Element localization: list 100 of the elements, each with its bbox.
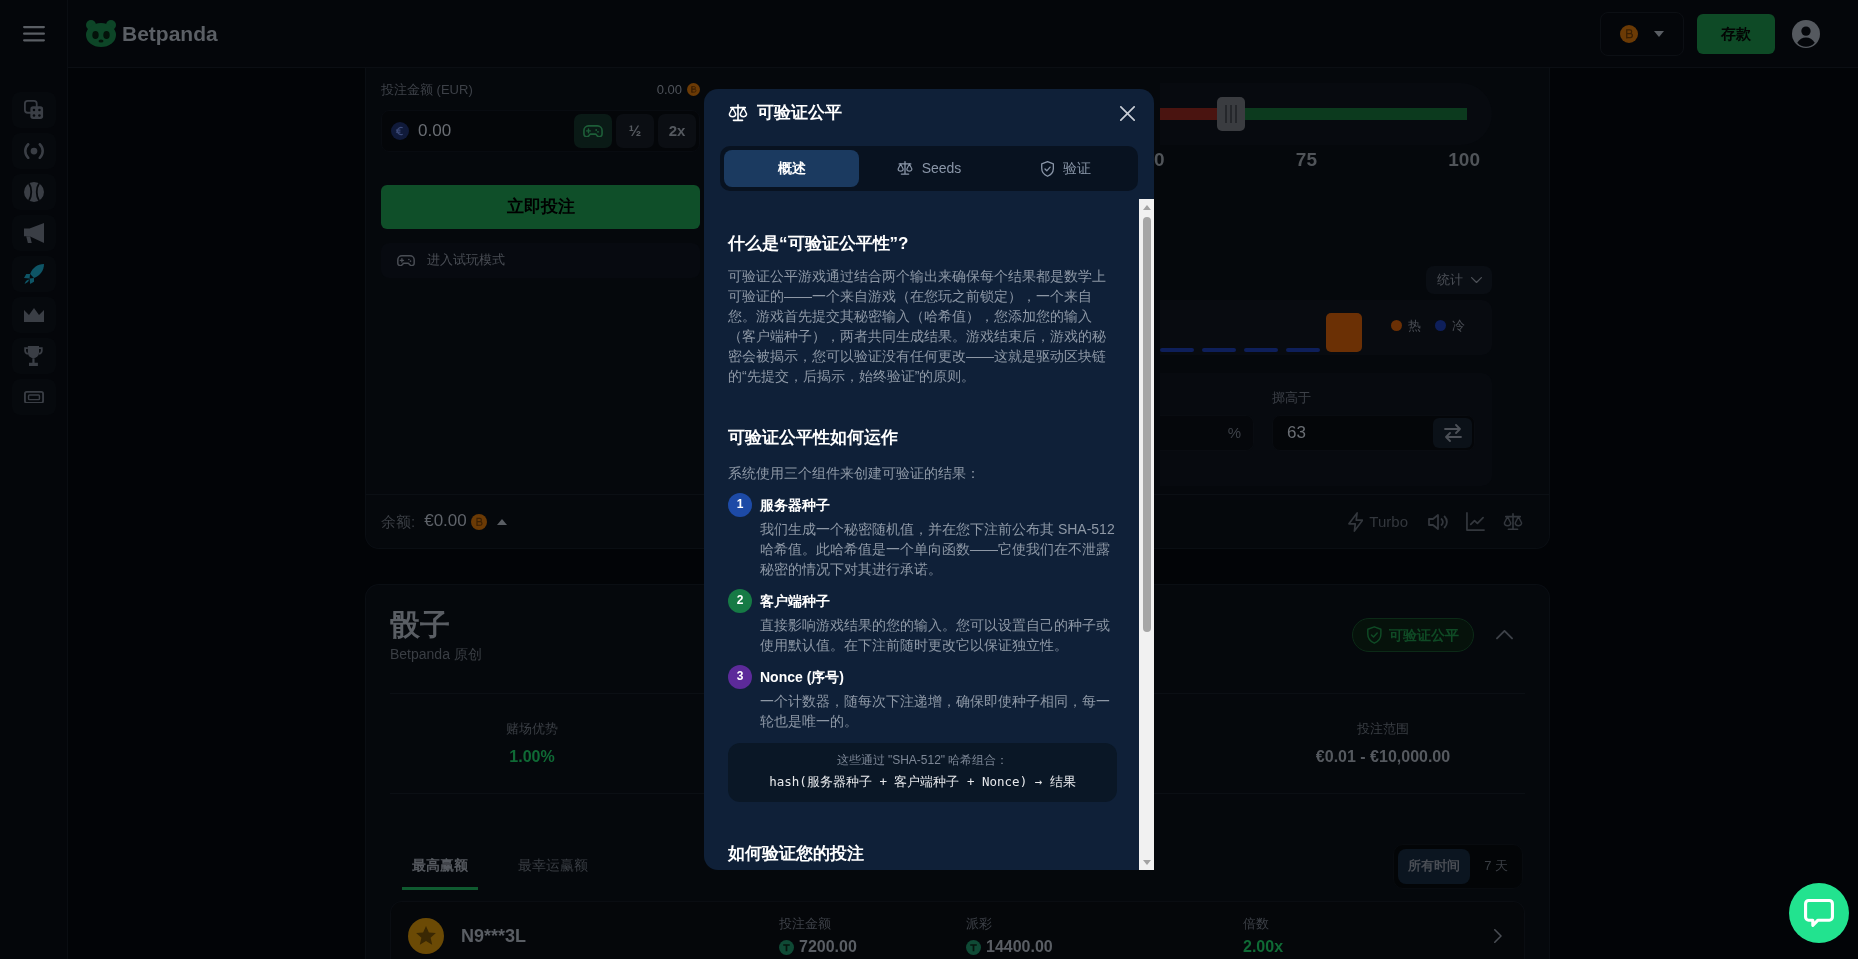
swap-button[interactable] — [1433, 418, 1472, 448]
slider-tick-label: 75 — [1295, 148, 1317, 171]
coin-icon — [966, 939, 981, 955]
column-value: 7200.00 — [799, 937, 857, 957]
max-amount: 0.00 — [656, 81, 682, 99]
slider-tick-label: 0 — [1154, 148, 1165, 171]
swap-arrows-icon — [1443, 424, 1462, 442]
step-title: Nonce (序号) — [760, 668, 845, 687]
rocket-icon — [23, 264, 44, 284]
chevron-up-icon[interactable] — [1496, 630, 1513, 640]
scrollbar[interactable] — [1139, 199, 1154, 870]
scrollbar-thumb[interactable] — [1142, 217, 1151, 632]
scroll-down-icon[interactable] — [1142, 860, 1151, 865]
paragraph-text: 可验证公平游戏通过结合两个输出来确保每个结果都是数学上可验证的——一个来自游戏（在您玩之前锁定），一个来自您。游戏首先提交其秘密输入（哈希值），您添加您的输入（客户端种子），两者共同生成结果。游戏结束后，游戏的秘密会被揭示，您可以验证没有任何更改——这就是驱动区块链的“先提交，后揭示，始终验证”的原则。 — [728, 267, 1107, 386]
slider-tick-label: 100 — [1448, 148, 1480, 171]
cold-bar — [1244, 348, 1278, 352]
player-name: N9***3L — [461, 925, 528, 948]
coin-icon — [1620, 24, 1638, 43]
coin-icon — [687, 83, 700, 97]
crown-icon — [23, 308, 44, 322]
broadcast-icon — [23, 142, 44, 160]
cold-bar — [1286, 348, 1320, 352]
roll-over-input[interactable]: 63 — [1272, 415, 1475, 451]
balance-value: €0.00 — [424, 510, 467, 533]
speaker-icon[interactable] — [1428, 513, 1448, 530]
step-title: 服务器种子 — [760, 496, 831, 515]
period-tab[interactable]: 所有时间 — [1398, 849, 1471, 884]
step-description: 直接影响游戏结果的您的输入。您可以设置自己的种子或使用默认值。在下注前随时更改它以保证独立性。 — [760, 616, 1111, 655]
gamepad-button[interactable] — [574, 114, 612, 148]
provably-fair-button[interactable]: 可验证公平 — [1352, 618, 1474, 652]
star-medal-icon — [408, 918, 444, 954]
column-value: 14400.00 — [986, 937, 1053, 957]
shield-check-icon — [1367, 626, 1382, 644]
shield-check-icon — [1041, 160, 1055, 177]
step-number: 2 — [728, 589, 752, 613]
chevron-right-icon[interactable] — [1494, 929, 1502, 943]
step-number: 3 — [728, 665, 752, 689]
double-button[interactable]: 2x — [658, 114, 696, 148]
dice-icon — [23, 100, 44, 120]
euro-coin-icon — [391, 122, 409, 140]
period-tab[interactable]: 7 天 — [1474, 849, 1518, 884]
coin-icon — [779, 939, 794, 955]
legend-label: 冷 — [1452, 317, 1465, 335]
trophy-icon — [24, 346, 43, 366]
formula-caption: 这些通过 "SHA-512" 哈希组合： — [835, 752, 1010, 769]
amount-input[interactable]: 0.00 — [385, 114, 570, 148]
scales-icon — [896, 161, 913, 176]
dialog-title: 可验证公平 — [757, 101, 842, 124]
game-title: 骰子 — [390, 607, 451, 643]
balance-label: 余额: — [381, 511, 416, 532]
ball-icon — [23, 182, 44, 202]
ticket-icon — [23, 390, 44, 404]
deposit-button[interactable]: 存款 — [1697, 13, 1775, 54]
megaphone-icon — [23, 223, 44, 243]
logo-link[interactable]: Betpanda — [86, 19, 218, 48]
user-avatar-icon[interactable] — [1792, 19, 1820, 48]
stats-dropdown[interactable]: 统计 — [1426, 266, 1492, 294]
chat-button[interactable] — [1789, 883, 1849, 943]
caret-down-icon — [1654, 30, 1664, 37]
chance-input[interactable]: % — [1160, 415, 1254, 451]
demo-mode-button[interactable]: 进入试玩模式 — [381, 243, 700, 278]
step-description: 一个计数器，随每次下注递增，确保即使种子相同，每一轮也是唯一的。 — [760, 692, 1111, 731]
section-heading: 可验证公平性如何运作 — [728, 427, 899, 449]
scales-icon — [728, 104, 748, 122]
chat-bubble-icon — [1804, 899, 1834, 927]
menu-icon — [22, 26, 45, 42]
stat-value: 1.00% — [508, 746, 556, 767]
chart-icon[interactable] — [1466, 512, 1485, 531]
leaderboard-tab[interactable]: 最高赢额 — [402, 844, 478, 890]
slider-thumb[interactable] — [1216, 97, 1245, 131]
coin-icon — [470, 513, 487, 530]
scroll-up-icon[interactable] — [1142, 205, 1151, 210]
step-description: 我们生成一个秘密随机值，并在您下注前公布其 SHA-512 哈希值。此哈希值是一个单向函数——它使我们在不泄露秘密的情况下对其进行承诺。 — [760, 520, 1116, 579]
hot-bar — [1326, 313, 1362, 352]
section-heading: 什么是“可验证公平性”? — [728, 233, 910, 255]
close-icon — [1120, 105, 1135, 121]
panda-logo-icon — [86, 20, 116, 47]
section-heading: 如何验证您的投注 — [728, 843, 865, 865]
cold-bar — [1160, 348, 1194, 352]
chevron-down-icon — [1470, 276, 1482, 284]
bet-button[interactable]: 立即投注 — [381, 185, 700, 229]
gamepad-icon — [397, 254, 415, 267]
scales-icon[interactable] — [1503, 512, 1523, 531]
stat-value: €0.01 - €10,000.00 — [1314, 746, 1452, 767]
cold-bar — [1202, 348, 1236, 352]
currency-selector[interactable] — [1600, 11, 1684, 56]
step-title: 客户端种子 — [760, 592, 831, 611]
tab[interactable]: Seeds — [861, 150, 997, 187]
half-button[interactable]: ½ — [616, 114, 654, 148]
close-button[interactable] — [1120, 105, 1135, 121]
tab[interactable]: 概述 — [724, 150, 860, 187]
column-value: 2.00x — [1243, 937, 1284, 957]
caret-up-icon[interactable] — [496, 518, 507, 525]
tab[interactable]: 验证 — [998, 150, 1134, 187]
step-number: 1 — [728, 493, 752, 517]
column-label: 派彩 — [966, 915, 993, 933]
lightning-icon — [1347, 511, 1364, 532]
gamepad-icon — [583, 124, 603, 138]
formula-expression: hash(服务器种子 + 客户端种子 + Nonce) → 结果 — [768, 773, 1077, 791]
intro-text: 系统使用三个组件来创建可验证的结果： — [728, 464, 981, 483]
